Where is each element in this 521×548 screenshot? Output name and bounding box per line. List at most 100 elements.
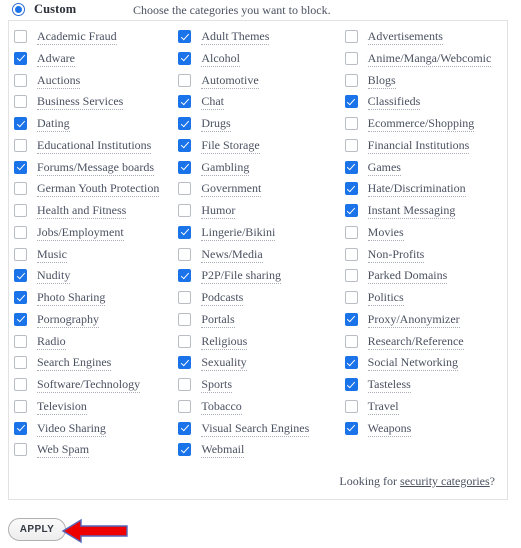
category-checkbox[interactable]	[178, 421, 192, 435]
category-checkbox[interactable]	[178, 51, 192, 65]
category-row[interactable]: Television	[14, 399, 178, 421]
category-checkbox[interactable]	[344, 312, 358, 326]
category-checkbox[interactable]	[14, 356, 27, 370]
category-row[interactable]: Portals	[178, 312, 344, 334]
security-categories-link[interactable]: security categories	[400, 474, 490, 488]
category-checkbox[interactable]	[14, 291, 27, 304]
category-row[interactable]: Dating	[14, 116, 178, 138]
category-row[interactable]: Religious	[178, 334, 344, 356]
category-checkbox[interactable]	[14, 443, 27, 457]
category-checkbox[interactable]	[178, 117, 192, 130]
category-row[interactable]: Travel	[344, 399, 507, 421]
category-checkbox[interactable]	[14, 117, 27, 130]
category-checkbox[interactable]	[178, 225, 192, 239]
category-checkbox[interactable]	[344, 247, 358, 261]
category-row[interactable]: Health and Fitness	[14, 203, 178, 225]
category-checkbox[interactable]	[178, 30, 192, 43]
radio-custom[interactable]: Custom	[12, 2, 76, 17]
category-row[interactable]: Humor	[178, 203, 344, 225]
category-checkbox[interactable]	[178, 95, 192, 109]
category-row[interactable]: Proxy/Anonymizer	[344, 312, 507, 334]
category-row[interactable]: Ecommerce/Shopping	[344, 116, 507, 138]
category-checkbox[interactable]	[178, 160, 192, 174]
category-row[interactable]: News/Media	[178, 247, 344, 269]
category-row[interactable]: Adware	[14, 51, 178, 73]
category-checkbox[interactable]	[14, 51, 27, 65]
category-checkbox[interactable]	[14, 312, 27, 326]
category-row[interactable]: Search Engines	[14, 355, 178, 377]
category-row[interactable]: Politics	[344, 290, 507, 312]
category-checkbox[interactable]	[14, 160, 27, 174]
category-checkbox[interactable]	[178, 73, 192, 87]
category-row[interactable]: Web Spam	[14, 442, 178, 464]
category-checkbox[interactable]	[344, 421, 358, 435]
category-checkbox[interactable]	[344, 73, 358, 87]
category-row[interactable]: Visual Search Engines	[178, 421, 344, 443]
category-row[interactable]: Non-Profits	[344, 247, 507, 269]
category-checkbox[interactable]	[178, 378, 192, 391]
category-row[interactable]: Games	[344, 160, 507, 182]
category-row[interactable]: Adult Themes	[178, 29, 344, 51]
category-row[interactable]: Tobacco	[178, 399, 344, 421]
category-row[interactable]: Sports	[178, 377, 344, 399]
category-checkbox[interactable]	[14, 421, 27, 435]
category-checkbox[interactable]	[344, 291, 358, 304]
category-checkbox[interactable]	[178, 312, 192, 326]
category-row[interactable]: Webmail	[178, 442, 344, 464]
category-checkbox[interactable]	[344, 334, 358, 348]
category-checkbox[interactable]	[344, 356, 358, 370]
category-row[interactable]: Chat	[178, 94, 344, 116]
category-checkbox[interactable]	[14, 204, 27, 217]
category-row[interactable]: Educational Institutions	[14, 138, 178, 160]
category-row[interactable]: Blogs	[344, 73, 507, 95]
category-row[interactable]: Automotive	[178, 73, 344, 95]
category-checkbox[interactable]	[344, 117, 358, 130]
category-row[interactable]: Classifieds	[344, 94, 507, 116]
category-row[interactable]: Sexuality	[178, 355, 344, 377]
category-row[interactable]: Radio	[14, 334, 178, 356]
category-checkbox[interactable]	[344, 160, 358, 174]
category-checkbox[interactable]	[344, 138, 358, 152]
category-row[interactable]: Anime/Manga/Webcomic	[344, 51, 507, 73]
category-row[interactable]: Lingerie/Bikini	[178, 225, 344, 247]
category-row[interactable]: Auctions	[14, 73, 178, 95]
category-row[interactable]: Weapons	[344, 421, 507, 443]
category-row[interactable]: Tasteless	[344, 377, 507, 399]
category-row[interactable]: File Storage	[178, 138, 344, 160]
category-row[interactable]: Business Services	[14, 94, 178, 116]
category-row[interactable]: Research/Reference	[344, 334, 507, 356]
category-checkbox[interactable]	[14, 182, 27, 196]
category-row[interactable]: P2P/File sharing	[178, 268, 344, 290]
category-checkbox[interactable]	[178, 138, 192, 152]
category-checkbox[interactable]	[14, 247, 27, 261]
category-checkbox[interactable]	[178, 247, 192, 261]
category-row[interactable]: Government	[178, 181, 344, 203]
category-checkbox[interactable]	[14, 399, 27, 413]
category-checkbox[interactable]	[14, 334, 27, 348]
category-row[interactable]: Financial Institutions	[344, 138, 507, 160]
category-checkbox[interactable]	[344, 399, 358, 413]
category-checkbox[interactable]	[178, 204, 192, 217]
category-checkbox[interactable]	[14, 138, 27, 152]
category-checkbox[interactable]	[344, 95, 358, 109]
category-row[interactable]: Software/Technology	[14, 377, 178, 399]
category-row[interactable]: Alcohol	[178, 51, 344, 73]
category-checkbox[interactable]	[178, 443, 192, 457]
category-row[interactable]: Gambling	[178, 160, 344, 182]
category-checkbox[interactable]	[178, 291, 192, 304]
category-checkbox[interactable]	[14, 95, 27, 109]
category-row[interactable]: Podcasts	[178, 290, 344, 312]
category-row[interactable]: Pornography	[14, 312, 178, 334]
category-row[interactable]: Hate/Discrimination	[344, 181, 507, 203]
category-row[interactable]: Movies	[344, 225, 507, 247]
category-checkbox[interactable]	[344, 269, 358, 283]
category-checkbox[interactable]	[344, 225, 358, 239]
category-row[interactable]: German Youth Protection	[14, 181, 178, 203]
category-row[interactable]: Video Sharing	[14, 421, 178, 443]
category-row[interactable]: Instant Messaging	[344, 203, 507, 225]
category-checkbox[interactable]	[178, 334, 192, 348]
category-checkbox[interactable]	[14, 30, 27, 43]
category-checkbox[interactable]	[14, 378, 27, 391]
category-checkbox[interactable]	[344, 182, 358, 196]
category-checkbox[interactable]	[344, 378, 358, 391]
